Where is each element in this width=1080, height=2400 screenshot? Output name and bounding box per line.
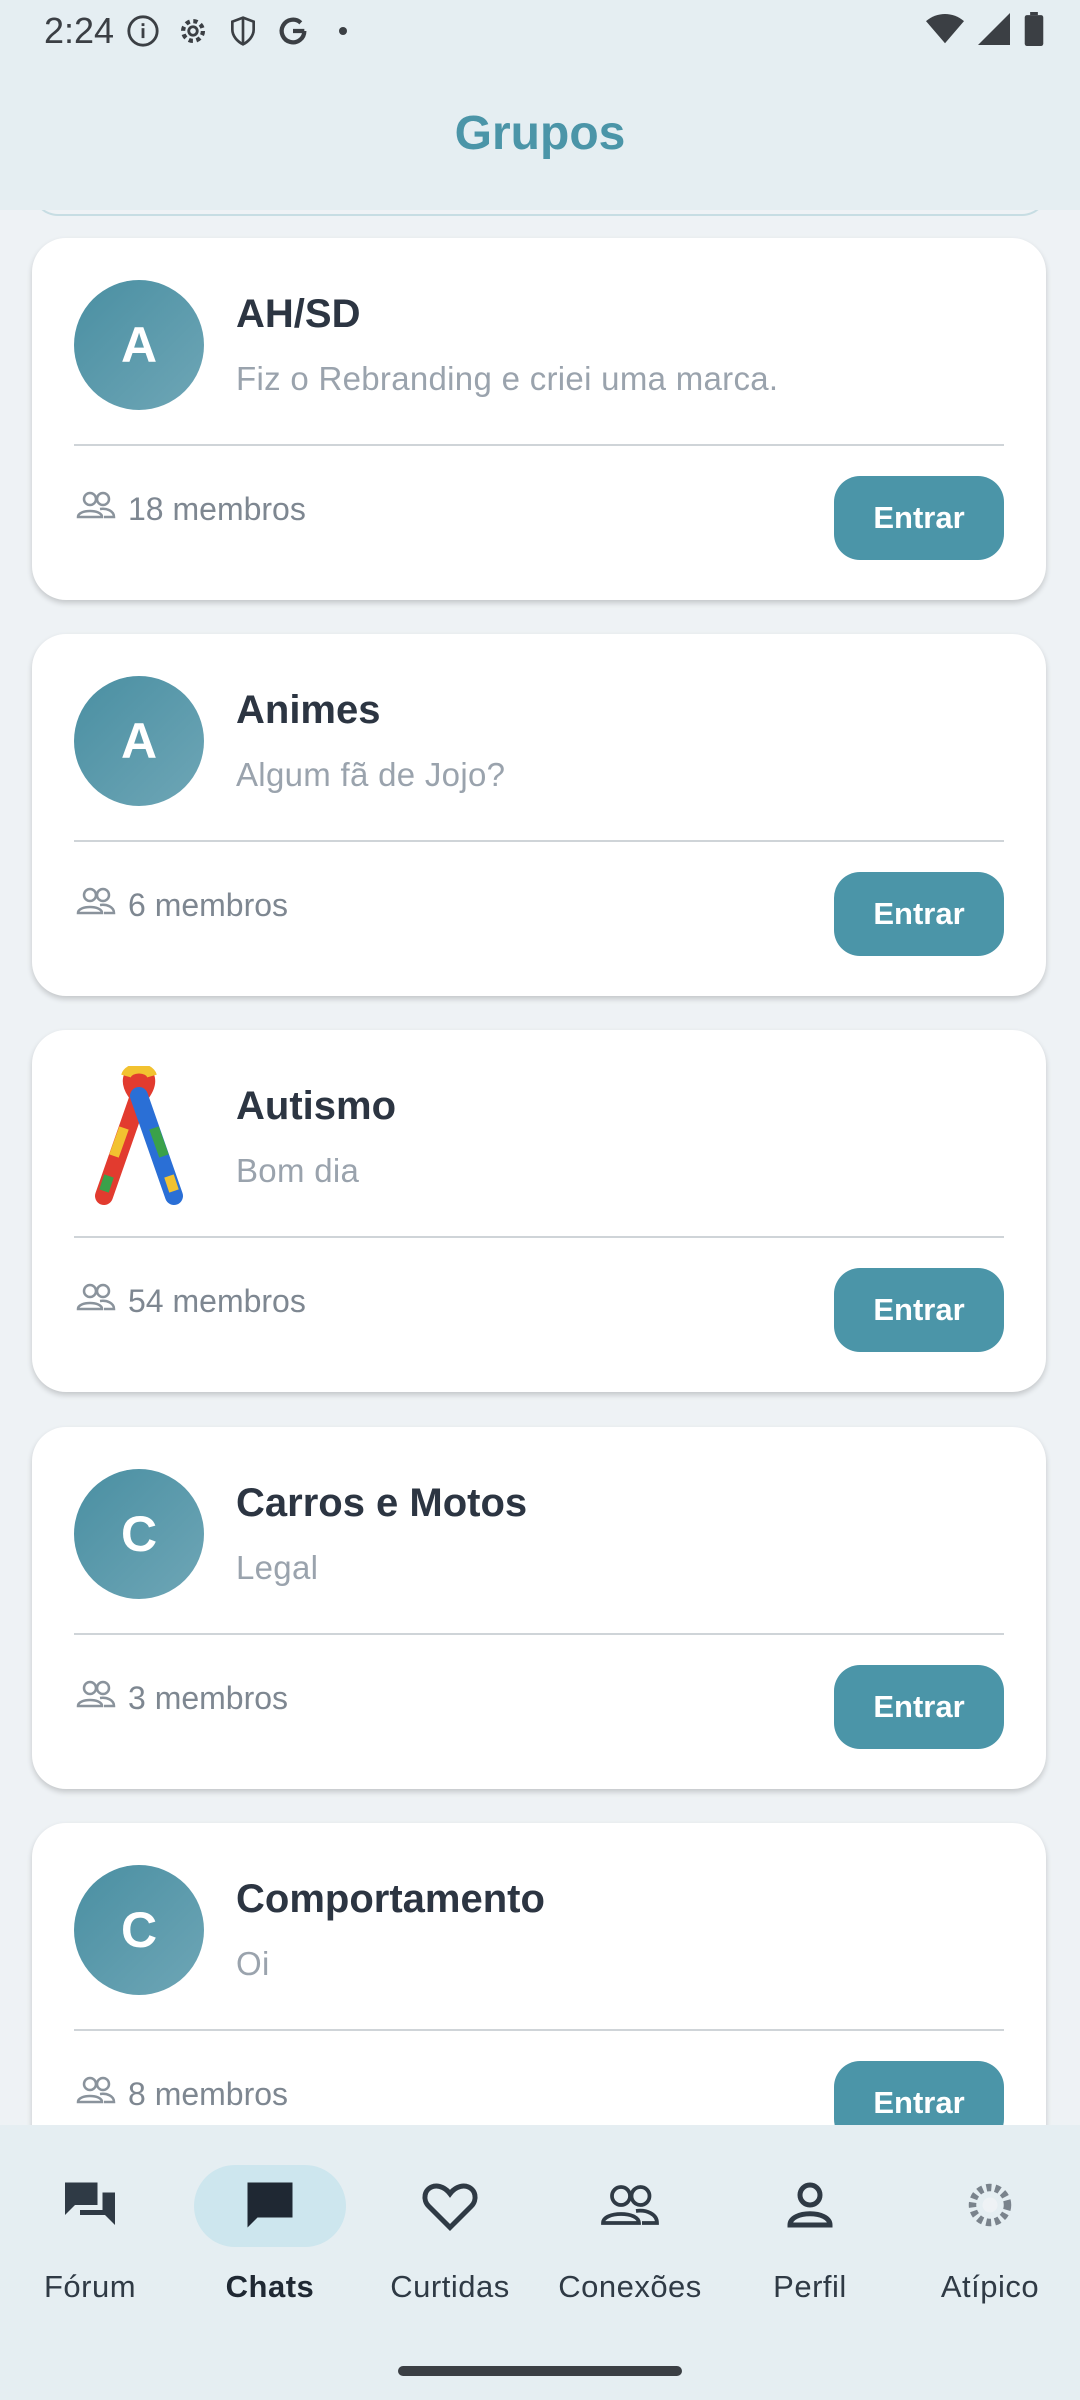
gear-icon [174, 12, 212, 50]
status-icons-right [926, 12, 1044, 51]
group-last-message: Bom dia [236, 1152, 360, 1189]
group-card[interactable]: C Comportamento Oi 8 membros Entrar [32, 1823, 1046, 2125]
members-count: 8 membros [76, 2075, 288, 2113]
nav-item-conexoes[interactable]: Conexões [540, 2165, 720, 2305]
card-divider [74, 1633, 1004, 1635]
home-indicator[interactable] [398, 2366, 682, 2376]
nav-item-perfil[interactable]: Perfil [720, 2165, 900, 2305]
enter-group-button[interactable]: Entrar [834, 1268, 1004, 1352]
enter-group-button[interactable]: Entrar [834, 872, 1004, 956]
bottom-navigation: Fórum Chats Curtidas Conexões Perfil Atí… [0, 2125, 1080, 2400]
status-time: 2:24 [44, 10, 115, 51]
page-title: Grupos [454, 107, 626, 160]
dot-icon [324, 12, 362, 50]
group-card[interactable]: C Carros e Motos Legal 3 membros Entrar [32, 1427, 1046, 1789]
nav-item-forum[interactable]: Fórum [0, 2165, 180, 2305]
group-name: Animes [236, 688, 381, 732]
group-name: AH/SD [236, 292, 361, 336]
forum-icon [60, 2175, 120, 2235]
group-card[interactable]: A AH/SD Fiz o Rebranding e criei uma mar… [32, 238, 1046, 600]
people-icon [76, 1282, 116, 1320]
group-avatar: C [74, 1865, 204, 1995]
card-divider [74, 2029, 1004, 2031]
nav-label-forum: Fórum [43, 2269, 137, 2304]
group-card[interactable]: A Animes Algum fã de Jojo? 6 membros Ent… [32, 634, 1046, 996]
members-count: 54 membros [76, 1282, 306, 1320]
battery-icon [1024, 12, 1044, 51]
group-avatar: A [74, 676, 204, 806]
enter-group-button[interactable]: Entrar [834, 2061, 1004, 2125]
heart-icon [420, 2175, 480, 2235]
card-divider [74, 444, 1004, 446]
group-name: Carros e Motos [236, 1481, 528, 1525]
people-icon [76, 2075, 116, 2113]
chat-icon [240, 2175, 300, 2235]
nav-item-atipico[interactable]: Atípico [900, 2165, 1080, 2305]
group-last-message: Oi [236, 1945, 270, 1982]
autism-ribbon-image [84, 1063, 194, 1206]
group-list[interactable]: A AH/SD Fiz o Rebranding e criei uma mar… [0, 210, 1080, 2125]
group-avatar: C [74, 1469, 204, 1599]
card-divider [74, 1236, 1004, 1238]
members-label: 18 membros [128, 490, 306, 527]
enter-group-button[interactable]: Entrar [834, 1665, 1004, 1749]
members-count: 18 membros [76, 490, 306, 528]
group-last-message: Algum fã de Jojo? [236, 756, 506, 793]
status-icons-left [124, 12, 362, 50]
nav-label-curtidas: Curtidas [390, 2269, 510, 2304]
people-icon [76, 886, 116, 924]
people-icon [600, 2175, 660, 2235]
atipico-logo-icon [960, 2175, 1020, 2235]
info-icon [124, 12, 162, 50]
group-avatar: A [74, 280, 204, 410]
members-count: 3 membros [76, 1679, 288, 1717]
members-label: 8 membros [128, 2075, 289, 2112]
nav-label-perfil: Perfil [773, 2269, 847, 2304]
group-last-message: Legal [236, 1549, 319, 1586]
google-icon [274, 12, 312, 50]
group-last-message: Fiz o Rebranding e criei uma marca. [236, 360, 779, 397]
people-icon [76, 490, 116, 528]
wifi-icon [926, 13, 964, 50]
group-name: Autismo [236, 1084, 396, 1128]
enter-group-button[interactable]: Entrar [834, 476, 1004, 560]
group-name: Comportamento [236, 1877, 545, 1921]
app-header: Grupos [0, 66, 1080, 210]
nav-item-curtidas[interactable]: Curtidas [360, 2165, 540, 2305]
people-icon [76, 1679, 116, 1717]
person-icon [780, 2175, 840, 2235]
nav-label-atipico: Atípico [940, 2269, 1040, 2304]
nav-item-chats[interactable]: Chats [180, 2165, 360, 2305]
members-label: 6 membros [128, 886, 289, 923]
shield-icon [224, 12, 262, 50]
members-count: 6 membros [76, 886, 288, 924]
status-bar: 2:24 [0, 0, 1080, 66]
nav-label-chats: Chats [225, 2269, 315, 2304]
members-label: 54 membros [128, 1282, 306, 1319]
previous-card-edge [32, 210, 1048, 216]
group-card[interactable]: Autismo Bom dia 54 membros Entrar [32, 1030, 1046, 1392]
card-divider [74, 840, 1004, 842]
signal-icon [978, 13, 1010, 50]
members-label: 3 membros [128, 1679, 289, 1716]
nav-label-conexoes: Conexões [558, 2269, 702, 2304]
